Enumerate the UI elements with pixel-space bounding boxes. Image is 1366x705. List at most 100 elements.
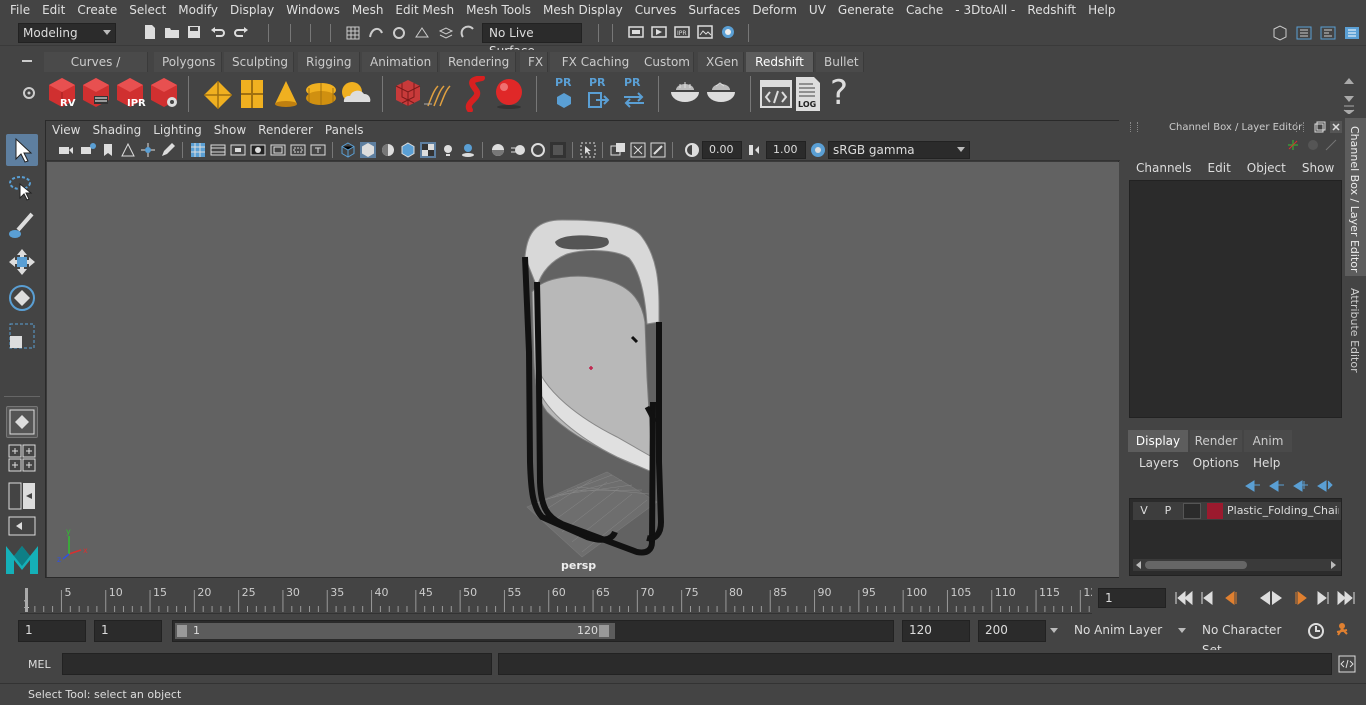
motion-blur-icon[interactable] xyxy=(510,142,526,158)
layer-tab-display[interactable]: Display xyxy=(1128,430,1188,452)
color-space-dropdown[interactable]: sRGB gamma xyxy=(828,141,970,159)
soft-select-button[interactable] xyxy=(6,406,38,438)
safe-action-icon[interactable] xyxy=(290,142,306,158)
range-slider[interactable]: 1 120 xyxy=(172,620,894,642)
shelf-tab-rigging[interactable]: Rigging xyxy=(298,52,360,72)
viewport-menu-renderer[interactable]: Renderer xyxy=(258,123,321,137)
auto-key-icon[interactable] xyxy=(1306,622,1326,640)
viewport-menu-panels[interactable]: Panels xyxy=(325,123,372,137)
float-panel-icon[interactable] xyxy=(1314,121,1326,133)
redshift-help-button[interactable]: ? xyxy=(830,74,852,112)
redshift-sphere-icon[interactable] xyxy=(494,76,526,110)
grid-toggle-icon[interactable] xyxy=(190,142,206,158)
snap-grid-icon[interactable] xyxy=(345,25,361,41)
shelf-settings-gear-icon[interactable] xyxy=(22,86,36,100)
attribute-editor-side-tab[interactable]: Attribute Editor xyxy=(1345,282,1366,373)
menu-uv[interactable]: UV xyxy=(803,3,832,17)
range-slider-left-grip[interactable] xyxy=(177,625,187,637)
shelf-tab-fx[interactable]: FX xyxy=(520,52,548,72)
attribute-editor-toggle-icon[interactable] xyxy=(1296,25,1312,41)
redshift-ipr-button[interactable]: IPR xyxy=(114,76,146,110)
layer-tab-anim[interactable]: Anim xyxy=(1244,430,1292,452)
scroll-right-icon[interactable] xyxy=(1329,561,1337,569)
redshift-render-view-button[interactable]: RV xyxy=(46,76,78,110)
playback-controls[interactable] xyxy=(1174,588,1364,608)
live-surface-field[interactable]: No Live Surface xyxy=(482,23,582,58)
redshift-volume-icon[interactable] xyxy=(462,76,492,112)
layer-menu-help[interactable]: Help xyxy=(1253,456,1280,470)
shelf-scroll-arrows-icon[interactable] xyxy=(1342,74,1356,114)
layer-display-type[interactable] xyxy=(1183,503,1201,519)
current-time-marker[interactable] xyxy=(25,588,28,612)
command-input[interactable] xyxy=(62,653,492,675)
render-view-icon[interactable] xyxy=(697,24,713,40)
resolution-gate-icon[interactable] xyxy=(230,142,246,158)
start-time-field[interactable]: 1 xyxy=(18,620,86,642)
current-frame-field[interactable]: 1 xyxy=(1098,588,1166,608)
script-language-label[interactable]: MEL xyxy=(28,658,51,671)
shadows-icon[interactable] xyxy=(460,142,476,158)
move-tool-button[interactable] xyxy=(6,246,38,278)
smooth-shade-icon[interactable] xyxy=(360,142,376,158)
layer-list-scrollbar[interactable] xyxy=(1133,559,1341,571)
playback-end-field[interactable]: 120 xyxy=(902,620,970,642)
channel-box-toggle-icon[interactable] xyxy=(1344,25,1360,41)
shelf-tab-menu-icon[interactable] xyxy=(20,54,34,68)
mode-dropdown[interactable]: Modeling xyxy=(18,23,116,43)
shelf-tab-xgen[interactable]: XGen xyxy=(698,52,744,72)
tool-settings-toggle-icon[interactable] xyxy=(1320,25,1336,41)
close-panel-icon[interactable] xyxy=(1330,121,1342,133)
range-slider-right-grip[interactable] xyxy=(599,625,609,637)
channel-box-menu-show[interactable]: Show xyxy=(1302,161,1334,175)
snap-curve-icon[interactable] xyxy=(368,25,384,41)
layout-four-panel-icon[interactable] xyxy=(8,444,36,472)
channel-box-menu-channels[interactable]: Channels xyxy=(1136,161,1192,175)
shelf-tab-animation[interactable]: Animation xyxy=(362,52,438,72)
menu-edit-mesh[interactable]: Edit Mesh xyxy=(389,3,460,17)
save-scene-icon[interactable] xyxy=(186,24,202,40)
textured-icon[interactable] xyxy=(420,142,436,158)
undo-icon[interactable] xyxy=(210,24,226,40)
anti-aliasing-icon[interactable] xyxy=(530,142,546,158)
snap-surface-icon[interactable] xyxy=(438,25,454,41)
film-gate-icon[interactable] xyxy=(210,142,226,158)
channel-box-list[interactable] xyxy=(1129,180,1342,418)
camera-attributes-icon[interactable] xyxy=(80,142,96,158)
bookmark-icon[interactable] xyxy=(100,142,116,158)
ipr-render-icon[interactable]: IPR xyxy=(674,24,690,40)
2d-pan-zoom-icon[interactable] xyxy=(140,142,156,158)
layer-visibility-toggle[interactable]: V xyxy=(1135,503,1153,519)
menu-edit[interactable]: Edit xyxy=(36,3,71,17)
script-editor-icon[interactable] xyxy=(1338,655,1356,673)
redshift-spot-light-icon[interactable] xyxy=(272,78,300,110)
viewport-menu-show[interactable]: Show xyxy=(214,123,254,137)
redshift-batch-render-button[interactable] xyxy=(80,76,112,110)
render-frame-icon[interactable] xyxy=(651,24,667,40)
range-slider-handle[interactable]: 1 120 xyxy=(175,623,615,639)
wireframe-on-shaded-icon[interactable] xyxy=(400,142,416,158)
isolate-select-icon[interactable] xyxy=(580,142,596,158)
snap-point-icon[interactable] xyxy=(391,25,407,41)
menu-windows[interactable]: Windows xyxy=(280,3,346,17)
pr-sync-button[interactable]: PR xyxy=(620,76,648,112)
redshift-dome-light-icon[interactable] xyxy=(304,80,338,108)
image-plane-icon[interactable] xyxy=(120,142,136,158)
menu-deform[interactable]: Deform xyxy=(746,3,803,17)
redshift-area-light-icon[interactable] xyxy=(238,78,266,110)
channel-box-side-tab[interactable]: Channel Box / Layer Editor xyxy=(1345,118,1366,276)
safe-title-icon[interactable] xyxy=(310,142,326,158)
menu-cache[interactable]: Cache xyxy=(900,3,949,17)
viewport-menu-view[interactable]: View xyxy=(52,123,88,137)
gamma-field[interactable]: 1.00 xyxy=(766,141,806,159)
color-management-icon[interactable] xyxy=(810,142,826,158)
menu-redshift[interactable]: Redshift xyxy=(1021,3,1082,17)
layout-outliner-icon[interactable] xyxy=(8,516,36,536)
xray-active-icon[interactable] xyxy=(630,142,646,158)
menu-3dtoall[interactable]: - 3DtoAll - xyxy=(949,3,1021,17)
use-all-lights-icon[interactable] xyxy=(440,142,456,158)
default-material-icon[interactable] xyxy=(380,142,396,158)
redshift-light-diamond-icon[interactable] xyxy=(202,80,234,110)
manipulator-icon[interactable] xyxy=(1286,138,1300,152)
channel-box-menu-edit[interactable]: Edit xyxy=(1208,161,1231,175)
grease-pencil-icon[interactable] xyxy=(160,142,176,158)
